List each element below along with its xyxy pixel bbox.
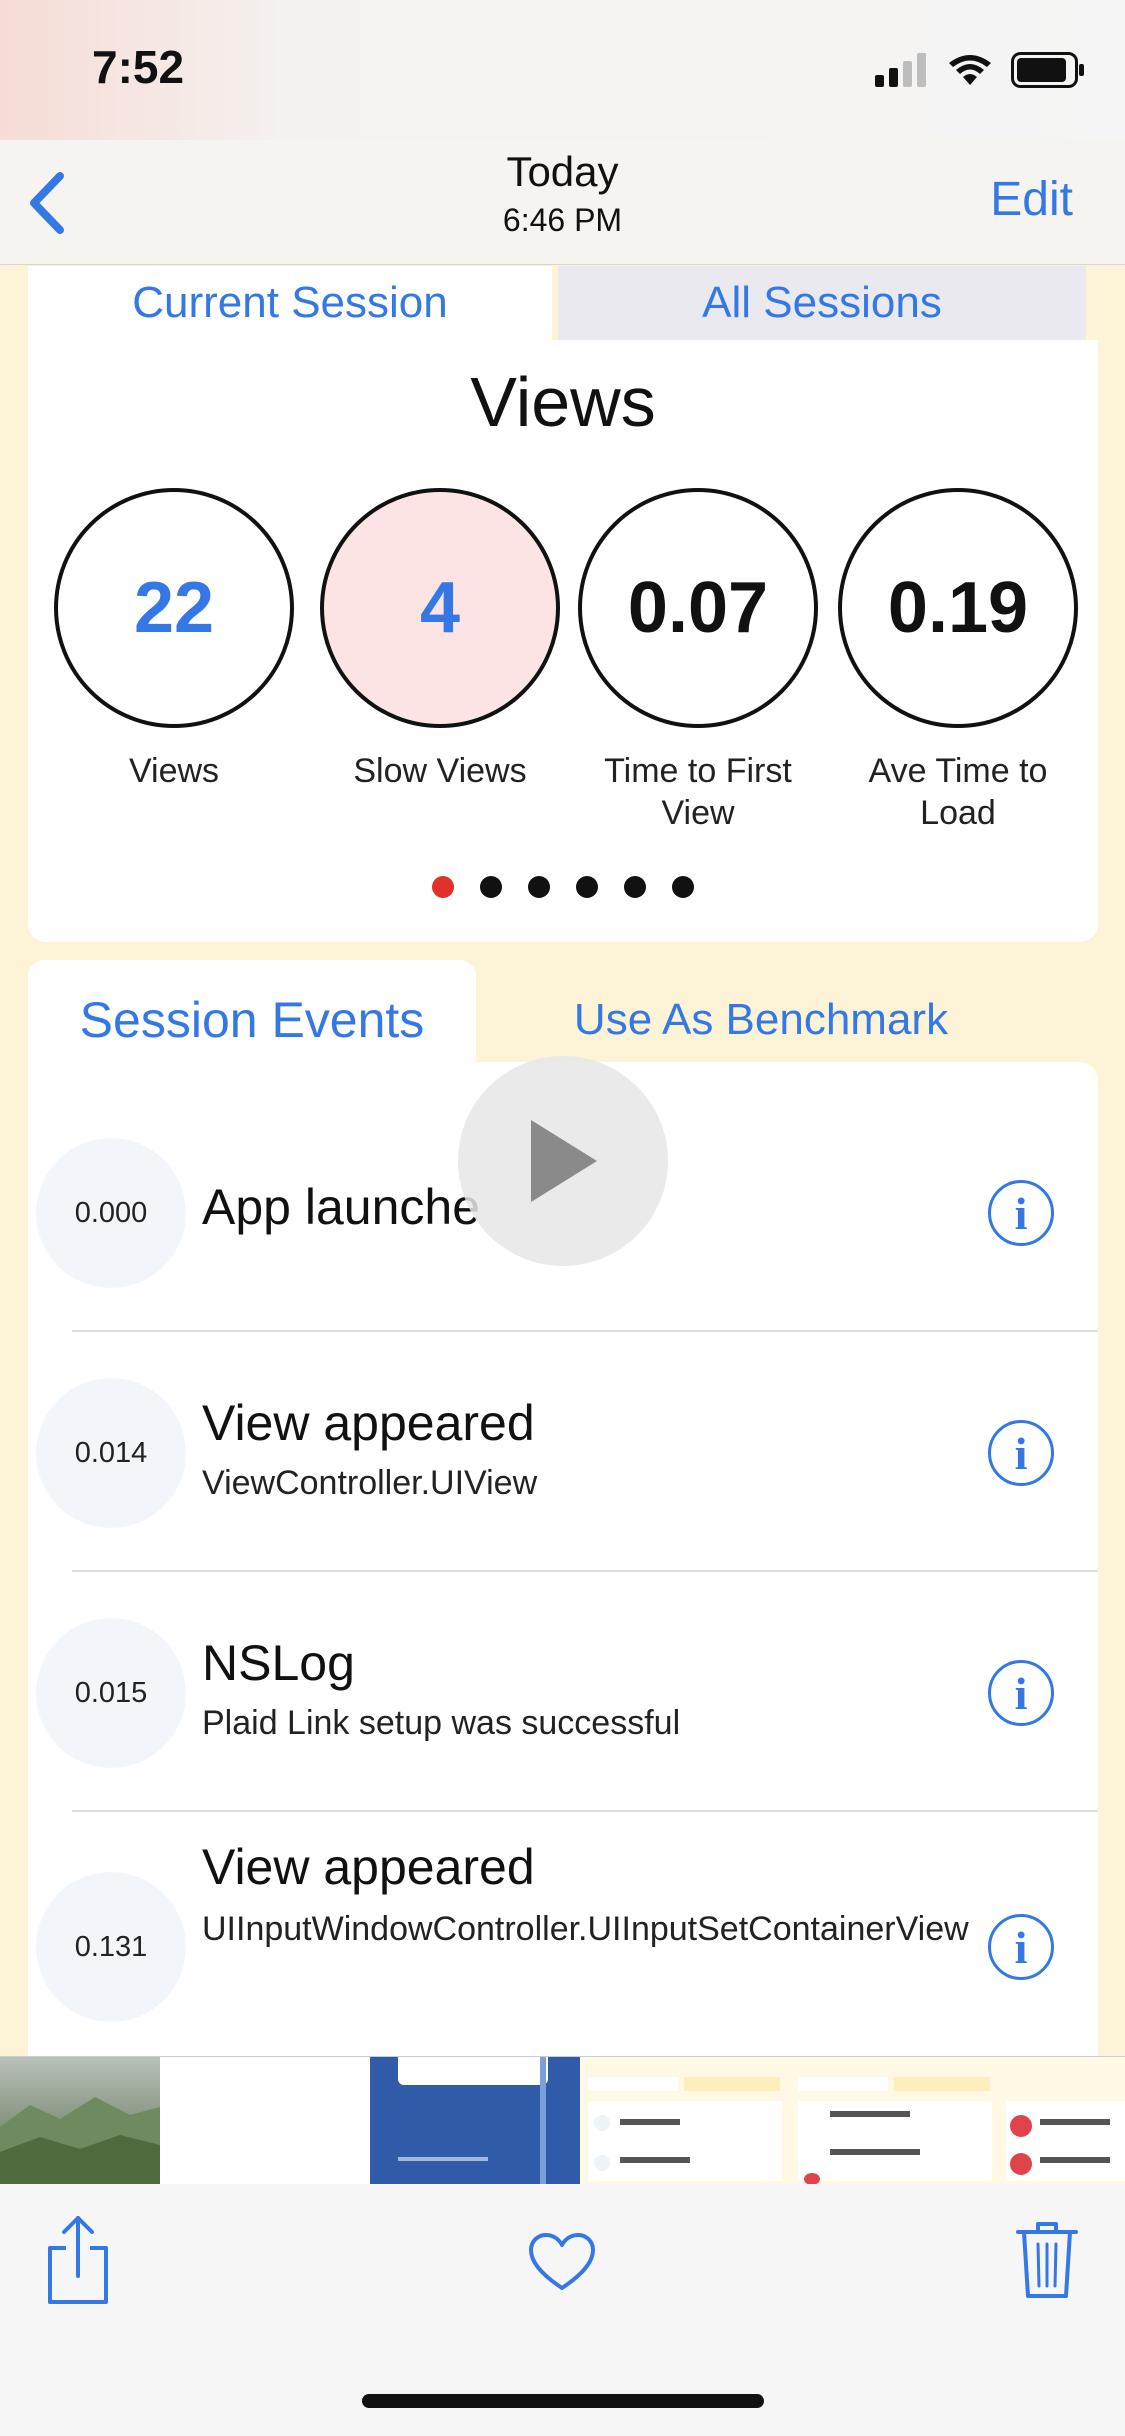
metric-slow-views[interactable]: 4 Slow Views (320, 488, 560, 792)
signal-icon (875, 53, 926, 87)
metric-value: 0.07 (578, 488, 818, 728)
status-time: 7:52 (92, 41, 185, 93)
thumbnail[interactable] (580, 2057, 790, 2185)
event-subtitle: UIInputWindowController.UIInputSetContai… (202, 1910, 969, 1948)
event-subtitle: Plaid Link setup was successful (202, 1704, 681, 1742)
nav-subtitle: 6:46 PM (502, 202, 623, 238)
tab-session-events[interactable]: Session Events (28, 960, 476, 1064)
metric-value: 0.19 (838, 488, 1078, 728)
metric-value: 4 (320, 488, 560, 728)
page-dot[interactable] (528, 876, 550, 898)
heart-icon[interactable] (528, 2232, 596, 2292)
metric-value: 22 (54, 488, 294, 728)
page-indicator[interactable] (28, 876, 1098, 898)
thumbnail[interactable] (1000, 2057, 1125, 2185)
nav-bar: Today 6:46 PM Edit (0, 140, 1125, 265)
page-dot[interactable] (576, 876, 598, 898)
metric-ave-time-to-load[interactable]: 0.19 Ave Time to Load (838, 488, 1078, 834)
status-icons (875, 50, 1085, 90)
thumbnail[interactable] (790, 2057, 1000, 2185)
tab-current-session[interactable]: Current Session (28, 266, 552, 342)
wifi-icon (949, 55, 991, 85)
info-icon[interactable]: i (988, 1660, 1054, 1726)
play-icon (531, 1120, 597, 1202)
share-icon[interactable] (46, 2214, 110, 2306)
event-row[interactable]: 0.131 View appeared UIInputWindowControl… (28, 1782, 1098, 2062)
page-dot[interactable] (624, 876, 646, 898)
page-dot[interactable] (480, 876, 502, 898)
event-timestamp: 0.000 (36, 1138, 186, 1288)
event-row[interactable]: 0.015 NSLog Plaid Link setup was success… (28, 1542, 1098, 1782)
trash-icon[interactable] (1016, 2220, 1078, 2300)
metric-time-to-first-view[interactable]: 0.07 Time to First View (578, 488, 818, 834)
info-icon[interactable]: i (988, 1420, 1054, 1486)
play-button[interactable] (458, 1056, 668, 1266)
battery-icon (1011, 52, 1084, 88)
metric-label: Time to First View (604, 752, 792, 832)
home-indicator[interactable] (362, 2394, 764, 2408)
page-dot[interactable] (672, 876, 694, 898)
event-timestamp: 0.015 (36, 1618, 186, 1768)
thumbnail[interactable] (160, 2057, 370, 2185)
page-dot[interactable] (432, 876, 454, 898)
event-timestamp: 0.014 (36, 1378, 186, 1528)
event-timestamp: 0.131 (36, 1872, 186, 2022)
event-subtitle: ViewController.UIView (202, 1464, 538, 1502)
tab-all-sessions[interactable]: All Sessions (558, 266, 1086, 342)
metric-label: Ave Time to Load (868, 752, 1048, 832)
info-icon[interactable]: i (988, 1914, 1054, 1980)
tab-use-as-benchmark[interactable]: Use As Benchmark (476, 972, 1046, 1062)
metric-label: Views (128, 752, 220, 790)
edit-button[interactable]: Edit (990, 172, 1073, 227)
event-title: App launche (202, 1179, 481, 1235)
event-row[interactable]: 0.014 View appeared ViewController.UIVie… (28, 1302, 1098, 1542)
status-bar: 7:52 (0, 0, 1125, 140)
filmstrip-scrubber[interactable] (0, 2056, 1125, 2185)
views-title: Views (470, 363, 656, 441)
metric-views[interactable]: 22 Views (54, 488, 294, 792)
metric-label: Slow Views (353, 752, 527, 790)
views-card: Views 22 Views 4 Slow Views 0.07 Time to… (28, 340, 1098, 942)
info-icon[interactable]: i (988, 1180, 1054, 1246)
event-title: NSLog (202, 1635, 355, 1691)
nav-title: Today (506, 148, 619, 195)
thumbnail[interactable] (0, 2057, 160, 2185)
event-title: View appeared (202, 1395, 535, 1451)
thumbnail[interactable] (370, 2057, 580, 2185)
event-title: View appeared (202, 1839, 535, 1895)
